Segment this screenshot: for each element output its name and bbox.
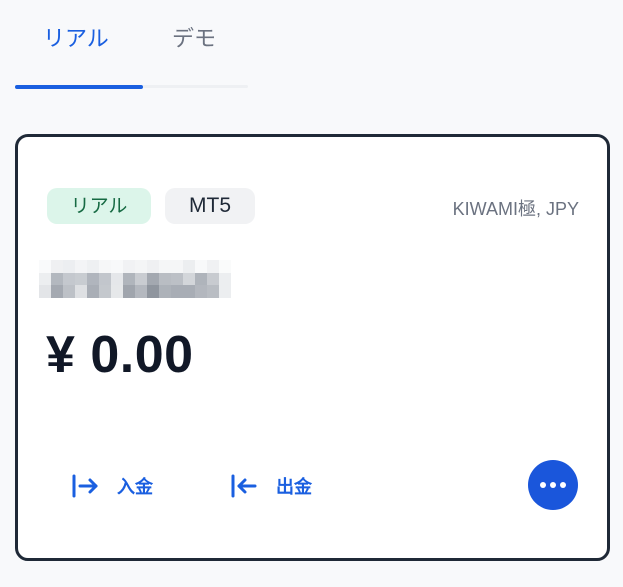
mask-pixel [183,285,195,298]
account-type-badge: リアル [47,188,151,224]
mask-pixel [51,260,63,273]
mask-pixel [75,272,87,285]
mask-pixel [195,260,207,273]
more-dot-icon [550,482,556,488]
mask-pixel [123,272,135,285]
tab-active-indicator [15,85,143,89]
account-balance: ¥ 0.00 [46,326,194,384]
mask-pixel [159,272,171,285]
mask-pixel [99,272,111,285]
deposit-arrow-icon [72,474,98,498]
mask-pixel [135,285,147,298]
withdraw-arrow-icon [231,474,257,498]
mask-pixel [159,285,171,298]
withdraw-button[interactable]: 出金 [230,470,312,502]
server-currency: KIWAMI極, JPY [452,199,579,219]
mask-pixel [135,272,147,285]
mask-pixel [147,260,159,273]
mask-pixel [123,285,135,298]
mask-pixel [171,260,183,273]
deposit-button[interactable]: 入金 [71,470,153,502]
mask-pixel [63,285,75,298]
mask-pixel [183,260,195,273]
mask-pixel [219,260,231,273]
mask-pixel [75,285,87,298]
mask-pixel [111,272,123,285]
mask-pixel [183,272,195,285]
more-options-button[interactable] [528,460,578,510]
mask-pixel [207,285,219,298]
mask-pixel [75,260,87,273]
mask-pixel [159,260,171,273]
mask-pixel [195,285,207,298]
mask-pixel [135,260,147,273]
mask-pixel [111,260,123,273]
masked-account-number [39,260,231,298]
mask-pixel [39,260,51,273]
platform-badge: MT5 [165,188,255,224]
mask-pixel [99,285,111,298]
mask-pixel [195,272,207,285]
mask-pixel [147,272,159,285]
mask-pixel [63,272,75,285]
account-type-tabs: リアル デモ [15,0,248,90]
mask-pixel [111,285,123,298]
mask-pixel [39,285,51,298]
mask-pixel [63,260,75,273]
withdraw-label: 出金 [276,477,312,498]
mask-pixel [51,272,63,285]
mask-pixel [87,285,99,298]
mask-pixel [87,272,99,285]
mask-pixel [171,285,183,298]
tab-demo[interactable]: デモ [172,22,216,58]
mask-pixel [147,285,159,298]
more-dot-icon [560,482,566,488]
account-card: リアル MT5 KIWAMI極, JPY ¥ 0.00 入金 出金 [15,134,610,561]
tab-real[interactable]: リアル [43,22,109,58]
mask-pixel [87,260,99,273]
more-dot-icon [540,482,546,488]
mask-pixel [207,260,219,273]
mask-pixel [123,260,135,273]
mask-pixel [219,272,231,285]
mask-pixel [51,285,63,298]
mask-pixel [39,272,51,285]
deposit-label: 入金 [117,477,153,498]
mask-pixel [219,285,231,298]
mask-pixel [171,272,183,285]
mask-pixel [99,260,111,273]
mask-pixel [207,272,219,285]
